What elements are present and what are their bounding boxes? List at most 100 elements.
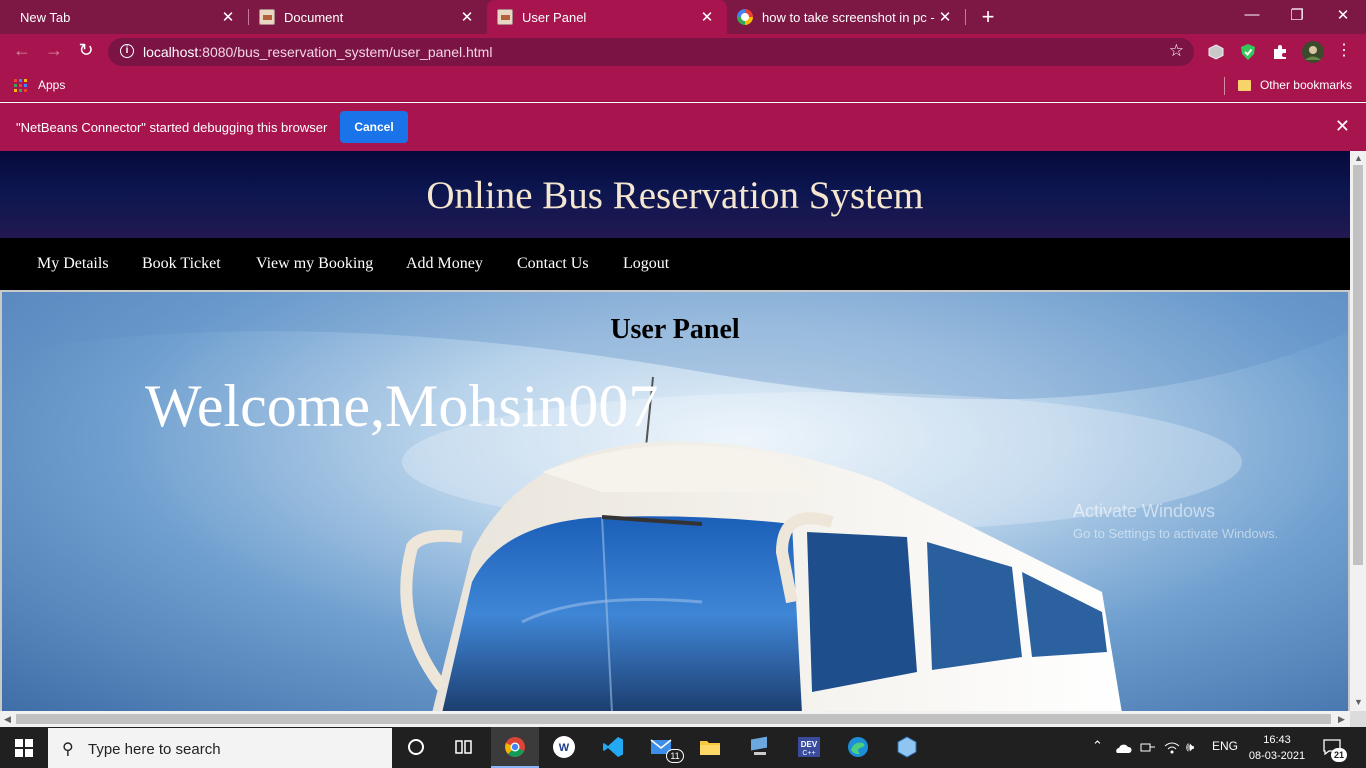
search-icon: ⚲ (62, 741, 74, 758)
notification-count-badge: 21 (1331, 748, 1347, 762)
tab-new-tab[interactable]: New Tab ✕ (0, 0, 248, 34)
tab-title: how to take screenshot in pc - G (762, 9, 937, 25)
nav-my-details[interactable]: My Details (37, 255, 109, 273)
search-placeholder: Type here to search (88, 741, 221, 758)
svg-text:W: W (559, 742, 570, 754)
shield-extension-icon[interactable] (1239, 43, 1257, 61)
horizontal-scrollbar[interactable]: ◀ ▶ (0, 711, 1350, 727)
nav-view-my-booking[interactable]: View my Booking (256, 255, 373, 273)
close-icon[interactable]: ✕ (459, 8, 475, 26)
minimize-button[interactable]: — (1237, 6, 1267, 23)
horizontal-scroll-thumb[interactable] (16, 714, 1331, 724)
address-bar[interactable]: i localhost:8080/bus_reservation_system/… (108, 38, 1194, 66)
restore-button[interactable]: ❐ (1282, 6, 1312, 24)
other-bookmarks[interactable]: Other bookmarks (1237, 78, 1352, 92)
cube-extension-icon[interactable] (1207, 43, 1225, 61)
welcome-message: Welcome,Mohsin007 (145, 373, 659, 439)
reload-button[interactable]: ↻ (74, 40, 98, 61)
apps-grid-icon (14, 78, 27, 92)
close-icon[interactable]: ✕ (220, 8, 236, 26)
page-viewport: Online Bus Reservation System My Details… (0, 151, 1350, 711)
onedrive-cloud-icon[interactable] (1114, 742, 1132, 754)
scroll-up-arrow-icon[interactable]: ▲ (1354, 153, 1363, 163)
close-icon[interactable]: ✕ (937, 8, 953, 26)
mail-badge: 11 (666, 749, 684, 763)
tab-google-search[interactable]: how to take screenshot in pc - G ✕ (727, 0, 965, 34)
folder-icon (1237, 79, 1251, 91)
nav-add-money[interactable]: Add Money (406, 255, 483, 273)
activate-windows-hint: Go to Settings to activate Windows. (1073, 526, 1279, 541)
tab-document[interactable]: Document ✕ (249, 0, 487, 34)
taskbar-search-box[interactable]: ⚲ Type here to search (48, 728, 392, 768)
google-favicon-icon (737, 9, 753, 25)
tab-divider (965, 9, 966, 25)
menu-kebab-icon[interactable]: ⋮ (1332, 40, 1356, 60)
url-path: :8080/bus_reservation_system/user_panel.… (198, 44, 493, 60)
bookmark-divider (1224, 77, 1225, 95)
browser-tab-strip: New Tab ✕ Document ✕ User Panel ✕ how to… (0, 0, 1366, 34)
windows-taskbar: ⚲ Type here to search W 11 DEV C++ ⌃ 🕪 EN… (0, 727, 1366, 768)
site-navbar: My Details Book Ticket View my Booking A… (0, 238, 1350, 290)
bookmark-star-icon[interactable]: ☆ (1169, 41, 1184, 61)
page-favicon-icon (497, 9, 513, 25)
scroll-left-arrow-icon[interactable]: ◀ (4, 714, 11, 725)
puzzle-extensions-icon[interactable] (1271, 43, 1289, 61)
app-w-icon[interactable]: W (552, 735, 576, 759)
new-tab-button[interactable]: + (976, 4, 1000, 30)
language-indicator[interactable]: ENG (1212, 739, 1238, 753)
activate-windows-watermark: Activate Windows (1073, 501, 1216, 521)
volume-icon[interactable]: 🕪 (1186, 739, 1194, 755)
url-host: localhost (143, 44, 199, 60)
panel-title: User Panel (610, 314, 740, 345)
back-button[interactable]: ← (10, 40, 34, 61)
tab-title: Document (284, 9, 344, 25)
tab-title: User Panel (522, 9, 587, 25)
profile-avatar[interactable] (1302, 41, 1324, 63)
url-text[interactable]: localhost:8080/bus_reservation_system/us… (143, 44, 492, 60)
tab-title: New Tab (20, 9, 71, 25)
info-icon[interactable]: i (120, 44, 134, 58)
task-view-icon[interactable] (452, 735, 476, 759)
cancel-debug-button[interactable]: Cancel (340, 111, 408, 143)
cortana-icon[interactable] (404, 735, 428, 759)
clock-date: 08-03-2021 (1248, 750, 1306, 762)
clock-time: 16:43 (1263, 734, 1291, 746)
apps-bookmark[interactable]: Apps (14, 78, 65, 92)
vertical-scrollbar[interactable]: ▲ ▼ (1350, 151, 1366, 711)
nav-contact-us[interactable]: Contact Us (517, 255, 589, 273)
tab-user-panel[interactable]: User Panel ✕ (487, 0, 727, 34)
other-bookmarks-label: Other bookmarks (1259, 78, 1352, 92)
forward-button[interactable]: → (42, 40, 66, 61)
site-header: Online Bus Reservation System (0, 151, 1350, 238)
dev-c-icon[interactable]: DEVC++ (797, 735, 821, 759)
infobar-message: "NetBeans Connector" started debugging t… (16, 120, 328, 135)
show-hidden-icons-chevron-icon[interactable]: ⌃ (1092, 738, 1103, 754)
bookmarks-bar: Apps Other bookmarks (0, 70, 1366, 102)
site-title: Online Bus Reservation System (426, 174, 924, 217)
network-cable-icon[interactable] (1140, 741, 1156, 755)
close-icon[interactable]: ✕ (1335, 116, 1350, 137)
nav-book-ticket[interactable]: Book Ticket (142, 255, 221, 273)
svg-text:C++: C++ (802, 750, 815, 757)
scrollbar-corner (1350, 711, 1366, 727)
taskbar-chrome-active[interactable] (491, 727, 539, 768)
vertical-scroll-thumb[interactable] (1353, 165, 1363, 565)
file-explorer-icon[interactable] (698, 735, 722, 759)
scroll-right-arrow-icon[interactable]: ▶ (1338, 714, 1345, 725)
computer-icon[interactable] (748, 735, 772, 759)
system-clock[interactable]: 16:43 08-03-2021 (1242, 732, 1312, 764)
debug-infobar: "NetBeans Connector" started debugging t… (0, 103, 1366, 151)
chrome-icon (505, 737, 525, 757)
edge-icon[interactable] (846, 735, 870, 759)
windows-start-icon[interactable] (15, 739, 33, 757)
scroll-down-arrow-icon[interactable]: ▼ (1354, 697, 1363, 707)
nav-logout[interactable]: Logout (623, 255, 669, 273)
apps-label: Apps (38, 78, 66, 92)
virtualbox-icon[interactable] (895, 735, 919, 759)
wifi-icon[interactable] (1164, 740, 1180, 755)
browser-toolbar: ← → ↻ i localhost:8080/bus_reservation_s… (0, 34, 1366, 70)
close-icon[interactable]: ✕ (699, 8, 715, 26)
document-favicon-icon (259, 9, 275, 25)
vscode-icon[interactable] (601, 735, 625, 759)
window-close-button[interactable]: ✕ (1328, 6, 1358, 24)
